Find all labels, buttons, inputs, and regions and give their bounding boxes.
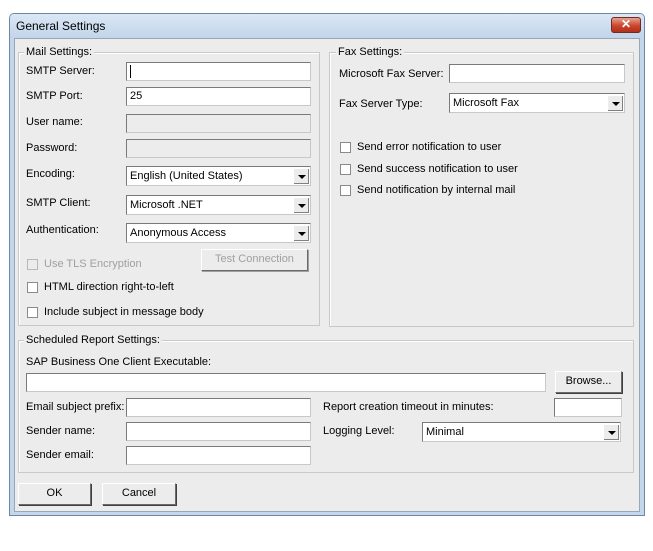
encoding-value: English (United States) xyxy=(130,170,243,182)
success-notification-label: Send success notification to user xyxy=(357,163,518,175)
error-notification-checkbox[interactable] xyxy=(340,142,351,153)
tls-encryption-checkbox[interactable] xyxy=(27,259,38,270)
smtp-server-input[interactable] xyxy=(126,62,311,81)
username-input[interactable] xyxy=(126,114,311,133)
sender-name-label: Sender name: xyxy=(26,425,96,437)
fax-server-input[interactable] xyxy=(449,64,625,83)
password-input[interactable] xyxy=(126,139,311,158)
fax-server-label: Microsoft Fax Server: xyxy=(339,68,444,80)
sender-email-input[interactable] xyxy=(126,446,311,465)
fax-server-type-value: Microsoft Fax xyxy=(453,97,520,109)
sender-name-input[interactable] xyxy=(126,422,311,441)
scheduled-report-label: Scheduled Report Settings: xyxy=(24,334,162,346)
test-connection-button[interactable]: Test Connection xyxy=(201,249,308,271)
browse-button[interactable]: Browse... xyxy=(555,371,622,393)
error-notification-label: Send error notification to user xyxy=(357,141,502,153)
logging-level-label: Logging Level: xyxy=(323,425,395,437)
authentication-label: Authentication: xyxy=(26,224,99,236)
fax-settings-label: Fax Settings: xyxy=(336,46,405,58)
subject-prefix-input[interactable] xyxy=(126,398,311,417)
encoding-select[interactable]: English (United States) xyxy=(126,166,311,186)
mail-settings-label: Mail Settings: xyxy=(24,46,95,58)
smtp-server-label: SMTP Server: xyxy=(26,65,95,77)
chevron-down-icon[interactable] xyxy=(293,168,309,184)
report-timeout-label: Report creation timeout in minutes: xyxy=(323,401,494,413)
chevron-down-icon[interactable] xyxy=(603,424,619,440)
subject-prefix-label: Email subject prefix: xyxy=(26,401,125,413)
tls-encryption-label: Use TLS Encryption xyxy=(44,258,142,270)
success-notification-checkbox[interactable] xyxy=(340,164,351,175)
window-title: General Settings xyxy=(16,19,106,33)
client-executable-label: SAP Business One Client Executable: xyxy=(26,356,212,368)
html-rtl-checkbox[interactable] xyxy=(27,282,38,293)
fax-server-type-select[interactable]: Microsoft Fax xyxy=(449,93,625,113)
smtp-client-label: SMTP Client: xyxy=(26,197,91,209)
internal-mail-checkbox[interactable] xyxy=(340,185,351,196)
client-executable-input[interactable] xyxy=(26,373,546,392)
fax-server-type-label: Fax Server Type: xyxy=(339,98,423,110)
text-caret xyxy=(130,65,131,78)
password-label: Password: xyxy=(26,142,78,154)
smtp-port-input[interactable]: 25 xyxy=(126,87,311,106)
chevron-down-icon[interactable] xyxy=(293,197,309,213)
close-icon: ✕ xyxy=(620,17,632,31)
sender-email-label: Sender email: xyxy=(26,449,94,461)
report-timeout-input[interactable] xyxy=(554,398,622,417)
username-label: User name: xyxy=(26,116,83,128)
html-rtl-label: HTML direction right-to-left xyxy=(44,281,174,293)
chevron-down-icon[interactable] xyxy=(293,225,309,241)
smtp-client-select[interactable]: Microsoft .NET xyxy=(126,195,311,215)
ok-button[interactable]: OK xyxy=(18,483,91,505)
authentication-select[interactable]: Anonymous Access xyxy=(126,223,311,243)
close-button[interactable]: ✕ xyxy=(611,17,641,33)
internal-mail-label: Send notification by internal mail xyxy=(357,184,516,196)
include-subject-label: Include subject in message body xyxy=(44,306,204,318)
logging-level-select[interactable]: Minimal xyxy=(422,422,621,442)
cancel-button[interactable]: Cancel xyxy=(102,483,176,505)
smtp-port-label: SMTP Port: xyxy=(26,90,83,102)
include-subject-checkbox[interactable] xyxy=(27,307,38,318)
smtp-client-value: Microsoft .NET xyxy=(130,199,203,211)
authentication-value: Anonymous Access xyxy=(130,227,226,239)
chevron-down-icon[interactable] xyxy=(607,95,623,111)
logging-level-value: Minimal xyxy=(426,426,464,438)
encoding-label: Encoding: xyxy=(26,168,75,180)
